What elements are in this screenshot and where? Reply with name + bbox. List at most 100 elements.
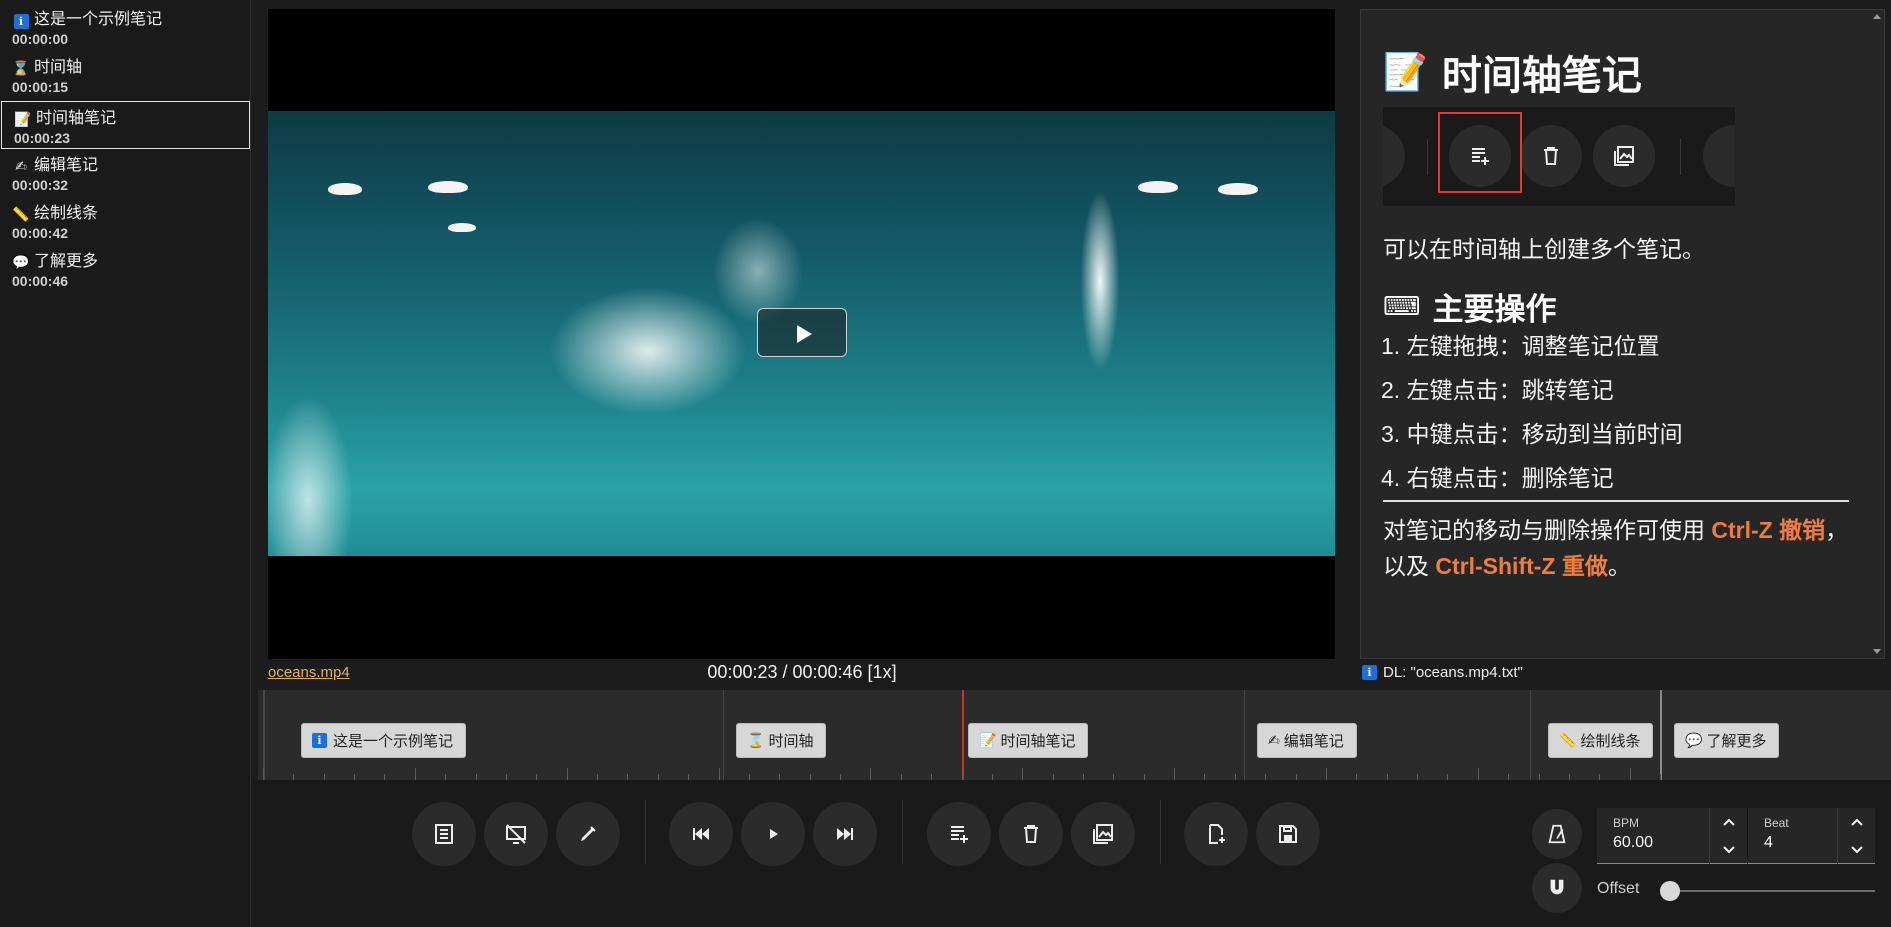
magnet-icon — [1550, 879, 1564, 895]
sidebar-item-time: 00:00:46 — [12, 273, 69, 289]
beat-decrement[interactable] — [1837, 836, 1875, 864]
control-separator — [902, 800, 903, 864]
sidebar-item-time: 00:00:15 — [12, 79, 69, 95]
op-item: 2. 左键点击：跳转笔记 — [1381, 377, 1614, 403]
chevron-up-icon — [1850, 818, 1863, 826]
memo-icon: 📝 — [1383, 51, 1428, 92]
preview-button-partial — [1383, 125, 1405, 187]
play-overlay-button[interactable] — [757, 308, 847, 357]
list-icon — [435, 824, 453, 844]
screen-off-icon — [506, 824, 526, 844]
sidebar-item-note-4[interactable]: ✍ 编辑笔记 00:00:32 — [0, 148, 251, 196]
sidebar-item-time: 00:00:00 — [12, 31, 69, 47]
note-divider — [1383, 500, 1849, 502]
images-button[interactable] — [1071, 802, 1135, 866]
timeline-tick — [1477, 768, 1479, 780]
beat-field[interactable]: Beat 4 — [1748, 808, 1875, 864]
next-note-button[interactable] — [813, 802, 877, 866]
bpm-increment[interactable] — [1709, 808, 1747, 836]
offset-label: Offset — [1597, 880, 1640, 897]
timeline-tick — [870, 768, 872, 780]
chevron-down-icon — [1722, 846, 1735, 854]
delete-note-button[interactable] — [999, 802, 1063, 866]
hourglass-icon: ⌛ — [12, 60, 30, 76]
images-icon — [1093, 824, 1113, 844]
writing-hand-icon: ✍ — [15, 158, 27, 174]
timeline-note-chip[interactable]: 📝 时间轴笔记 — [968, 723, 1089, 758]
timeline-tick — [566, 768, 568, 780]
sidebar-item-note-3[interactable]: 📝 时间轴笔记 00:00:23 — [1, 101, 250, 149]
timeline-note-chip[interactable]: ✍ 编辑笔记 — [1257, 723, 1357, 758]
toggle-video-button[interactable] — [484, 802, 548, 866]
draw-button[interactable] — [556, 802, 620, 866]
toolbar-preview-image — [1383, 107, 1735, 206]
ops-heading-text: 主要操作 — [1432, 292, 1557, 327]
skip-forward-icon — [837, 828, 853, 840]
note-heading: 📝 时间轴笔记 — [1383, 43, 1642, 101]
seagull-shape — [448, 223, 476, 232]
ruler-icon: 📏 — [1559, 732, 1577, 748]
download-status: i DL: "oceans.mp4.txt" — [1362, 664, 1523, 681]
new-file-icon — [1209, 824, 1225, 844]
bpm-field[interactable]: BPM 60.00 — [1597, 808, 1747, 864]
timeline-tick — [718, 768, 720, 780]
timeline-chip-label: 绘制线条 — [1580, 733, 1641, 750]
sidebar-item-note-2[interactable]: ⌛ 时间轴 00:00:15 — [0, 50, 251, 98]
play-button[interactable] — [741, 802, 805, 866]
timeline-note-chip[interactable]: 📏 绘制线条 — [1548, 723, 1654, 758]
video-player[interactable] — [268, 9, 1335, 659]
download-status-text: DL: "oceans.mp4.txt" — [1383, 664, 1523, 681]
chevron-up-icon — [1722, 818, 1735, 826]
add-note-icon — [951, 826, 968, 843]
trash-icon — [1024, 825, 1038, 843]
note-undo-text: 对笔记的移动与删除操作可使用 Ctrl-Z 撤销，以及 Ctrl-Shift-Z… — [1383, 517, 1849, 579]
metronome-icon — [1548, 824, 1566, 844]
bpm-value[interactable]: 60.00 — [1613, 834, 1653, 852]
preview-highlight-box — [1438, 112, 1522, 193]
seagull-shape — [1138, 181, 1178, 193]
app-root: i 这是一个示例笔记 00:00:00 ⌛ 时间轴 00:00:15 📝 时间轴… — [0, 0, 1891, 927]
scroll-up-icon[interactable] — [1873, 14, 1881, 19]
images-icon — [1593, 125, 1655, 187]
undo-shortcut: Ctrl-Z 撤销 — [1711, 517, 1826, 543]
save-button[interactable] — [1256, 802, 1320, 866]
save-icon — [1279, 825, 1297, 843]
note-scrollbar[interactable] — [1870, 10, 1884, 658]
beat-increment[interactable] — [1837, 808, 1875, 836]
toggle-list-button[interactable] — [412, 802, 476, 866]
timeline-note-chip[interactable]: i 这是一个示例笔记 — [301, 723, 467, 758]
time-display: 00:00:23 / 00:00:46 [1x] — [707, 662, 897, 682]
hourglass-icon: ⌛ — [747, 732, 765, 748]
memo-icon: 📝 — [14, 111, 32, 127]
new-file-button[interactable] — [1184, 802, 1248, 866]
sidebar-item-note-5[interactable]: 📏 绘制线条 00:00:42 — [0, 196, 251, 244]
timeline-note-chip[interactable]: ⌛ 时间轴 — [736, 723, 827, 758]
note-description: 可以在时间轴上创建多个笔记。 — [1383, 236, 1705, 262]
offset-slider-thumb[interactable] — [1660, 881, 1680, 901]
sidebar-item-note-6[interactable]: 💬 了解更多 00:00:46 — [0, 244, 251, 292]
add-note-button[interactable] — [927, 802, 991, 866]
op-item: 3. 中键点击：移动到当前时间 — [1381, 421, 1683, 447]
timeline[interactable]: i 这是一个示例笔记 ⌛ 时间轴 📝 时间轴笔记 ✍ 编辑笔记 📏 绘制线条 💬… — [258, 690, 1891, 780]
scroll-down-icon[interactable] — [1873, 649, 1881, 654]
beat-label: Beat — [1764, 816, 1789, 830]
bpm-decrement[interactable] — [1709, 836, 1747, 864]
seagull-shape — [1218, 183, 1258, 195]
offset-slider-track[interactable] — [1667, 890, 1875, 892]
sidebar-item-note-1[interactable]: i 这是一个示例笔记 00:00:00 — [0, 2, 251, 50]
preview-separator — [1427, 139, 1428, 175]
beat-value[interactable]: 4 — [1764, 834, 1773, 852]
previous-note-button[interactable] — [669, 802, 733, 866]
timeline-note-chip[interactable]: 💬 了解更多 — [1674, 723, 1780, 758]
metronome-button[interactable] — [1532, 809, 1582, 859]
info-icon: i — [312, 733, 327, 748]
skip-back-icon — [693, 828, 709, 840]
timeline-tick — [263, 768, 264, 780]
control-separator — [645, 800, 646, 864]
video-file-link[interactable]: oceans.mp4 — [268, 664, 350, 681]
sidebar-item-label: 时间轴笔记 — [36, 110, 117, 127]
snap-button[interactable] — [1532, 863, 1582, 913]
chevron-down-icon — [1850, 846, 1863, 854]
seagull-shape — [428, 181, 468, 193]
note-panel[interactable]: 📝 时间轴笔记 可以在时间轴上创建多个笔记。 ⌨ 主要操作 1. 左键拖拽：调整… — [1360, 9, 1885, 659]
